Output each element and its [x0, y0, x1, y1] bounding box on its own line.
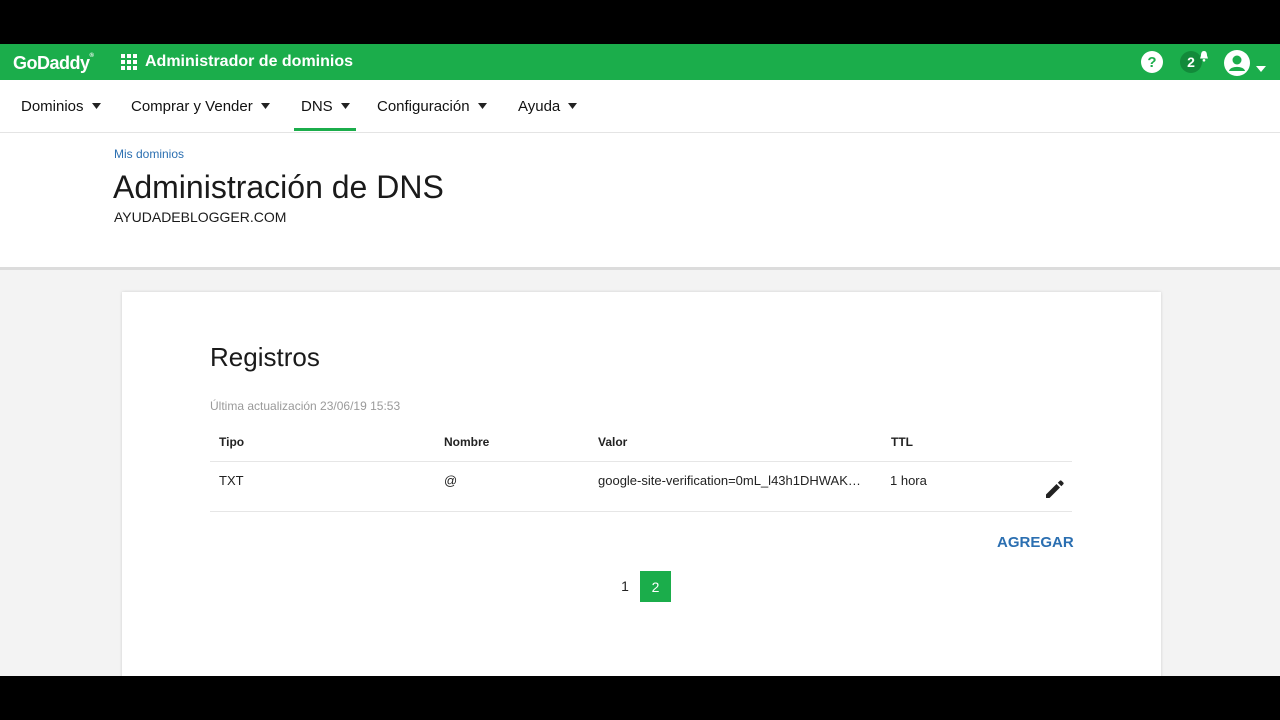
last-update: Última actualización 23/06/19 15:53: [210, 399, 401, 413]
nav-label: Ayuda: [518, 97, 561, 115]
nav-label: DNS: [301, 97, 333, 115]
help-icon[interactable]: ?: [1141, 51, 1163, 78]
table-divider: [210, 461, 1072, 462]
nav-item-dominios[interactable]: Dominios: [21, 80, 101, 132]
records-title: Registros: [210, 342, 320, 372]
page-title: Administración de DNS: [113, 169, 444, 205]
nav-bar: Dominios Comprar y Vender DNS Configurac…: [0, 80, 1280, 133]
column-header-nombre[interactable]: Nombre: [444, 435, 489, 449]
column-header-valor[interactable]: Valor: [598, 435, 627, 449]
chevron-down-icon: [91, 103, 101, 109]
nav-label: Dominios: [21, 97, 84, 115]
cell-nombre: @: [444, 473, 458, 488]
nav-item-configuracion[interactable]: Configuración: [377, 80, 487, 132]
apps-grid-icon[interactable]: [121, 54, 137, 75]
nav-label: Comprar y Vender: [131, 97, 253, 115]
app-title[interactable]: Administrador de dominios: [145, 53, 353, 71]
cell-tipo: TXT: [219, 473, 244, 488]
avatar-icon[interactable]: [1224, 50, 1250, 81]
logo-text: GoDaddy: [13, 53, 90, 73]
domain-name: AYUDADEBLOGGER.COM: [114, 209, 287, 225]
table-divider: [210, 511, 1072, 512]
page-header: Mis dominios Administración de DNS AYUDA…: [0, 133, 1280, 270]
svg-text:?: ?: [1147, 54, 1156, 71]
column-header-ttl[interactable]: TTL: [891, 435, 913, 449]
bell-icon: [1199, 49, 1209, 67]
nav-label: Configuración: [377, 97, 470, 115]
pagination-page-1[interactable]: 1: [610, 571, 640, 601]
app-screen: GoDaddy® Administrador de dominios ? 2 D…: [0, 44, 1280, 676]
chevron-down-icon: [568, 103, 578, 109]
top-bar: GoDaddy® Administrador de dominios ? 2: [0, 44, 1280, 80]
records-card: Registros Última actualización 23/06/19 …: [122, 292, 1161, 676]
nav-item-ayuda[interactable]: Ayuda: [518, 80, 578, 132]
cell-valor: google-site-verification=0mL_l43h1DHWAK…: [598, 473, 861, 488]
godaddy-logo[interactable]: GoDaddy®: [13, 53, 94, 74]
notifications-button[interactable]: 2: [1180, 51, 1208, 75]
breadcrumb[interactable]: Mis dominios: [114, 147, 184, 161]
pagination-page-2-active[interactable]: 2: [640, 571, 671, 602]
caret-down-icon[interactable]: [1256, 59, 1266, 77]
nav-item-dns[interactable]: DNS: [301, 80, 350, 132]
chevron-down-icon: [477, 103, 487, 109]
cell-ttl: 1 hora: [890, 473, 927, 488]
chevron-down-icon: [260, 103, 270, 109]
logo-mark: ®: [89, 53, 94, 59]
pencil-icon[interactable]: [1044, 478, 1066, 505]
nav-active-indicator: [294, 128, 356, 131]
chevron-down-icon: [340, 103, 350, 109]
add-record-button[interactable]: AGREGAR: [997, 534, 1074, 551]
column-header-tipo[interactable]: Tipo: [219, 435, 244, 449]
nav-item-comprar-vender[interactable]: Comprar y Vender: [131, 80, 270, 132]
